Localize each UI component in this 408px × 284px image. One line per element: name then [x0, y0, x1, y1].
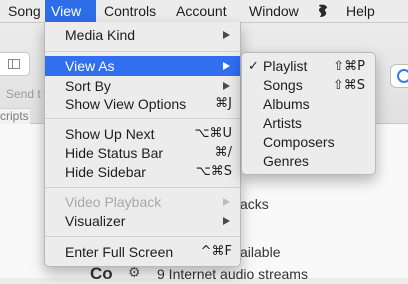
- menu-separator: [45, 118, 240, 119]
- menu-separator: [45, 236, 240, 237]
- menu-item-label: View As: [65, 58, 115, 74]
- menu-help[interactable]: Help: [340, 0, 381, 22]
- submenu-item-composers[interactable]: Composers: [242, 133, 375, 152]
- menu-item-label: Media Kind: [65, 27, 136, 43]
- menu-separator: [45, 51, 240, 52]
- submenu-arrow-icon: [223, 198, 230, 206]
- send-to-label: Send t: [6, 87, 41, 101]
- menu-item-show-view-options[interactable]: Show View Options ⌘J: [45, 94, 240, 114]
- menu-item-label: Show Up Next: [65, 126, 155, 142]
- shortcut-label: ⌥⌘S: [195, 164, 232, 179]
- sidebar-toggle-button[interactable]: [0, 52, 30, 76]
- submenu-item-label: Albums: [263, 96, 310, 112]
- menu-item-label: Show View Options: [65, 96, 187, 112]
- submenu-item-albums[interactable]: Albums: [242, 95, 375, 114]
- menu-item-show-up-next[interactable]: Show Up Next ⌥⌘U: [45, 124, 240, 144]
- menu-item-visualizer[interactable]: Visualizer: [45, 211, 240, 231]
- stats-line: 9 Internet audio streams: [157, 266, 308, 282]
- menu-item-sort-by[interactable]: Sort By: [45, 76, 240, 96]
- submenu-item-playlist[interactable]: ✓ Playlist ⇧⌘P: [242, 57, 375, 76]
- menu-window[interactable]: Window: [243, 0, 305, 22]
- stats-line: ailable: [240, 244, 281, 260]
- ring-icon: [397, 69, 408, 83]
- shortcut-label: ⇧⌘P: [333, 59, 365, 74]
- submenu-arrow-icon: [223, 62, 230, 70]
- menu-item-hide-status-bar[interactable]: Hide Status Bar ⌘/: [45, 143, 240, 163]
- menu-item-label: Visualizer: [65, 213, 126, 229]
- submenu-item-label: Playlist: [263, 58, 308, 74]
- menu-item-label: Hide Sidebar: [65, 164, 146, 180]
- menu-bar: Song View Controls Account Window Help: [0, 0, 408, 23]
- submenu-arrow-icon: [223, 82, 230, 90]
- submenu-item-artists[interactable]: Artists: [242, 114, 375, 133]
- menu-item-video-playback: Video Playback: [45, 192, 240, 212]
- menu-item-view-as[interactable]: View As: [45, 56, 240, 76]
- submenu-item-label: Songs: [263, 77, 303, 93]
- gear-icon: ⚙: [128, 264, 141, 280]
- stats-line: acks: [240, 196, 269, 212]
- sidebar-icon: [8, 59, 20, 69]
- shortcut-label: ⌘J: [215, 96, 232, 111]
- checkmark-icon: ✓: [248, 59, 259, 74]
- menu-item-label: Sort By: [65, 78, 111, 94]
- submenu-item-songs[interactable]: Songs ⇧⌘S: [242, 76, 375, 95]
- submenu-item-label: Artists: [263, 115, 302, 131]
- menu-separator: [45, 187, 240, 188]
- submenu-arrow-icon: [223, 217, 230, 225]
- submenu-item-genres[interactable]: Genres: [242, 152, 375, 171]
- menu-item-enter-full-screen[interactable]: Enter Full Screen ^⌘F: [45, 242, 240, 262]
- view-menu: Media Kind View As Sort By Show View Opt…: [44, 22, 241, 267]
- menu-item-label: Hide Status Bar: [65, 145, 164, 161]
- menu-view[interactable]: View: [45, 0, 96, 22]
- menu-account[interactable]: Account: [170, 0, 233, 22]
- menu-item-label: Video Playback: [65, 194, 162, 210]
- menu-item-label: Enter Full Screen: [65, 244, 174, 260]
- scripts-label: cripts: [0, 109, 29, 123]
- menu-song[interactable]: Song: [2, 0, 47, 22]
- shortcut-label: ⇧⌘S: [332, 78, 365, 93]
- view-as-submenu: ✓ Playlist ⇧⌘P Songs ⇧⌘S Albums Artists …: [241, 52, 376, 175]
- submenu-item-label: Composers: [263, 134, 335, 150]
- stats-heading: Co: [90, 264, 113, 283]
- menu-item-hide-sidebar[interactable]: Hide Sidebar ⌥⌘S: [45, 162, 240, 182]
- shortcut-label: ^⌘F: [200, 244, 232, 259]
- scroll-icon[interactable]: [309, 0, 337, 22]
- menu-controls[interactable]: Controls: [98, 0, 162, 22]
- shortcut-label: ⌘/: [214, 145, 232, 160]
- menu-item-media-kind[interactable]: Media Kind: [45, 25, 240, 45]
- account-button[interactable]: [390, 64, 408, 88]
- submenu-arrow-icon: [223, 31, 230, 39]
- shortcut-label: ⌥⌘U: [194, 126, 233, 141]
- submenu-item-label: Genres: [263, 153, 309, 169]
